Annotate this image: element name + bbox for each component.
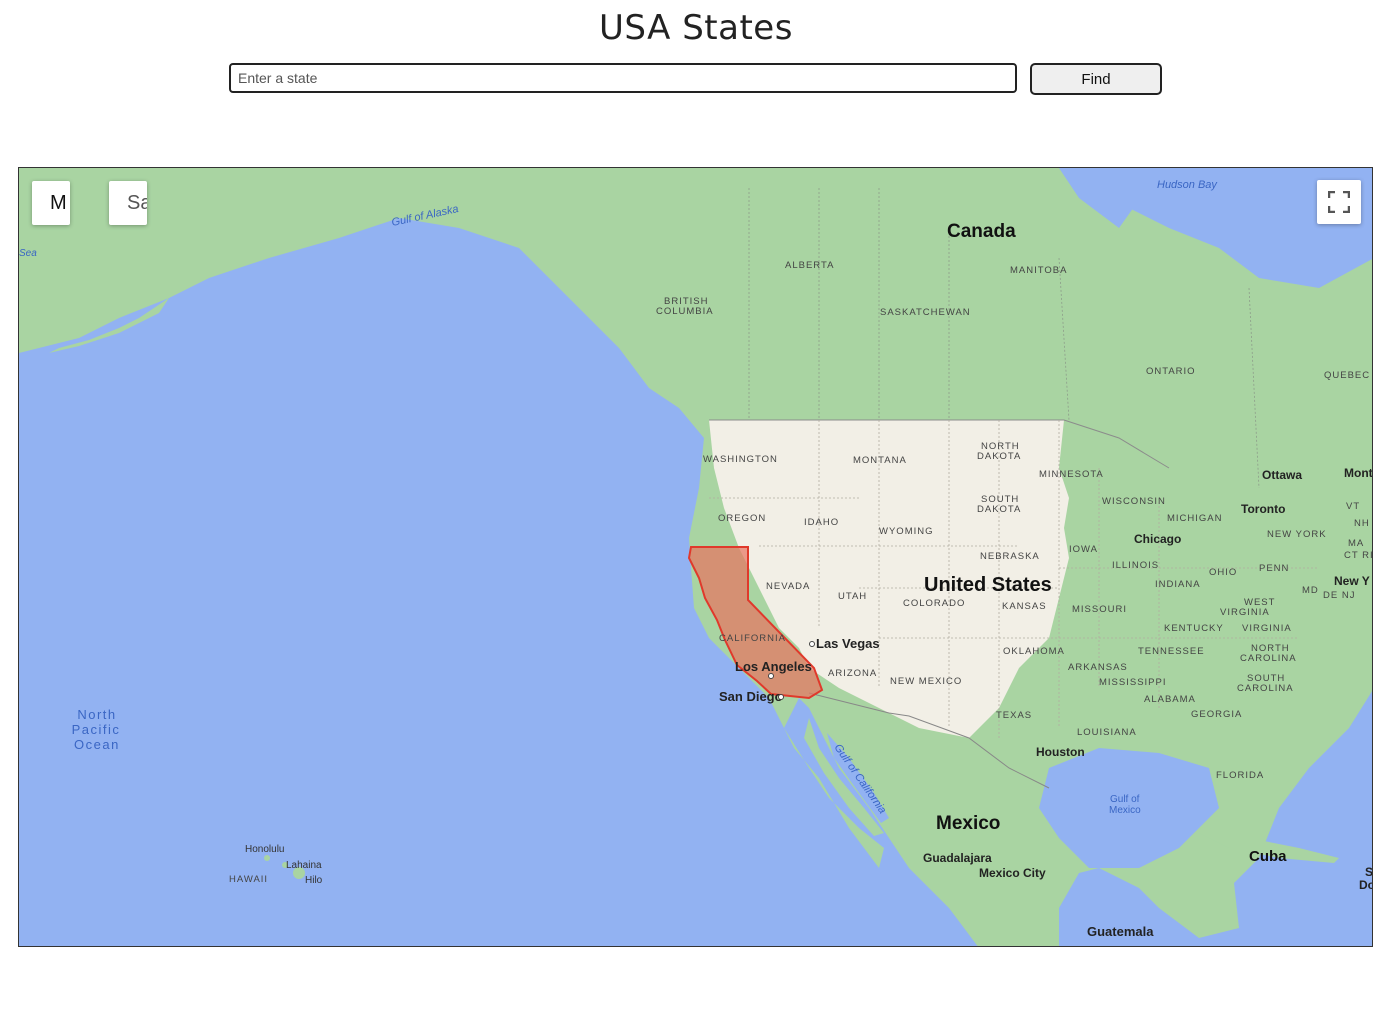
fullscreen-button[interactable] (1317, 180, 1361, 224)
los-angeles-marker (768, 673, 774, 679)
find-button[interactable]: Find (1030, 63, 1162, 95)
fullscreen-icon (1328, 191, 1350, 213)
page-title: USA States (599, 8, 793, 48)
satellite-type-button[interactable]: Sa (109, 181, 147, 225)
map-container[interactable]: M Sa Hudson Bay Canada Gulf of Alaska Se… (18, 167, 1373, 947)
state-search-input[interactable] (229, 63, 1017, 93)
las-vegas-marker (809, 641, 815, 647)
map-canvas[interactable] (19, 168, 1373, 947)
map-type-button[interactable]: M (32, 181, 70, 225)
san-diego-marker (778, 694, 784, 700)
